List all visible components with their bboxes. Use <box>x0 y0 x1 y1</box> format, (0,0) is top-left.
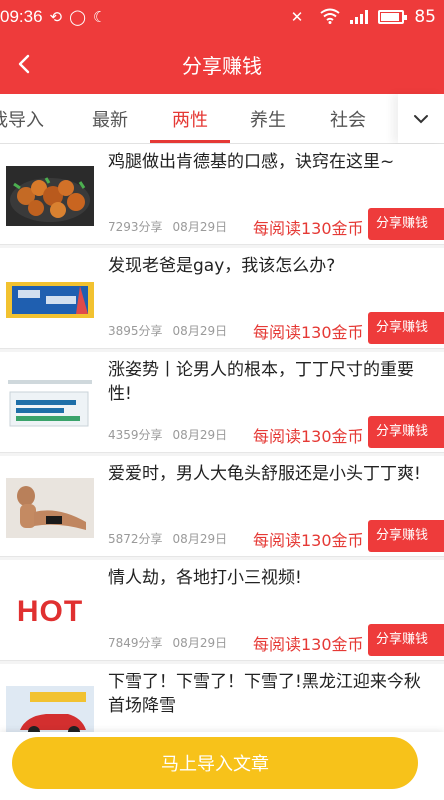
article-title[interactable]: 鸡腿做出肯德基的口感，诀窍在这里~ <box>108 150 434 174</box>
article-thumbnail <box>6 478 94 538</box>
article-meta: 7293分享 08月29日 <box>108 218 227 235</box>
article-thumbnail: HOT <box>6 582 94 642</box>
wifi-icon <box>320 8 340 27</box>
article-meta: 5872分享 08月29日 <box>108 530 227 547</box>
article-title[interactable]: 情人劫，各地打小三视频! <box>108 566 434 590</box>
circle-icon: ◯ <box>69 7 86 26</box>
article-meta: 7849分享 08月29日 <box>108 634 227 651</box>
import-article-button[interactable]: 马上导入文章 <box>12 737 418 789</box>
battery-level: 85 <box>414 7 436 27</box>
mute-icon: ✕ <box>290 7 304 26</box>
share-count: 4359分享 <box>108 428 163 442</box>
sync-icon: ⟲ <box>49 7 63 26</box>
share-count: 7293分享 <box>108 220 163 234</box>
tab-health[interactable]: 养生 <box>250 106 286 132</box>
moon-icon: ☾ <box>92 7 107 26</box>
reward-text: 每阅读130金币 <box>253 635 364 654</box>
article-title[interactable]: 涨姿势丨论男人的根本，丁丁尺寸的重要性! <box>108 358 434 406</box>
article-thumbnail <box>6 374 94 434</box>
active-tab-indicator <box>150 140 230 143</box>
reward-text: 每阅读130金币 <box>253 323 364 342</box>
signal-icon <box>350 10 369 24</box>
article-date: 08月29日 <box>172 220 228 234</box>
article-title[interactable]: 发现老爸是gay，我该怎么办? <box>108 254 434 278</box>
hot-label: HOT <box>16 595 84 628</box>
reward-text: 每阅读130金币 <box>253 427 364 446</box>
article-title[interactable]: 爱爱时，男人大龟头舒服还是小头丁丁爽! <box>108 462 434 486</box>
phone-screen: 09:36 ⟲ ◯ ☾ ✕ 85 分享赚钱 我导入 最新 两性 养生 社 <box>0 0 444 800</box>
reward-text: 每阅读130金币 <box>253 219 364 238</box>
article-item[interactable]: 涨姿势丨论男人的根本，丁丁尺寸的重要性! 4359分享 08月29日 每阅读130… <box>0 352 444 453</box>
article-date: 08月29日 <box>172 324 228 338</box>
share-earn-button[interactable]: 分享赚钱 <box>368 312 444 344</box>
article-meta: 3895分享 08月29日 <box>108 322 227 339</box>
status-time: 09:36 <box>0 7 43 26</box>
share-count: 3895分享 <box>108 324 163 338</box>
battery-icon <box>378 10 408 24</box>
article-item[interactable]: 鸡腿做出肯德基的口感，诀窍在这里~ 7293分享 08月29日 每阅读130金币 … <box>0 144 444 245</box>
tab-imported[interactable]: 我导入 <box>0 106 44 132</box>
article-thumbnail <box>6 166 94 226</box>
article-date: 08月29日 <box>172 532 228 546</box>
article-thumbnail <box>6 270 94 330</box>
more-tabs-button[interactable] <box>398 94 444 143</box>
tab-sex[interactable]: 两性 <box>172 106 208 132</box>
share-count: 7849分享 <box>108 636 163 650</box>
article-item[interactable]: 爱爱时，男人大龟头舒服还是小头丁丁爽! 5872分享 08月29日 每阅读130金… <box>0 456 444 557</box>
article-title[interactable]: 下雪了！下雪了！下雪了!黑龙江迎来今秋首场降雪 <box>108 670 434 718</box>
category-tabs: 我导入 最新 两性 养生 社会 <box>0 94 444 144</box>
app-header: 分享赚钱 <box>0 34 444 94</box>
share-count: 5872分享 <box>108 532 163 546</box>
reward-text: 每阅读130金币 <box>253 531 364 550</box>
page-title: 分享赚钱 <box>182 54 262 78</box>
article-item[interactable]: 发现老爸是gay，我该怎么办? 3895分享 08月29日 每阅读130金币 分享… <box>0 248 444 349</box>
share-earn-button[interactable]: 分享赚钱 <box>368 520 444 552</box>
share-earn-button[interactable]: 分享赚钱 <box>368 624 444 656</box>
article-meta: 4359分享 08月29日 <box>108 426 227 443</box>
tab-latest[interactable]: 最新 <box>92 106 128 132</box>
article-item[interactable]: HOT 情人劫，各地打小三视频! 7849分享 08月29日 每阅读130金币 分… <box>0 560 444 661</box>
article-date: 08月29日 <box>172 636 228 650</box>
share-earn-button[interactable]: 分享赚钱 <box>368 416 444 448</box>
article-date: 08月29日 <box>172 428 228 442</box>
chevron-down-icon <box>414 114 428 123</box>
status-bar: 09:36 ⟲ ◯ ☾ ✕ 85 <box>0 0 444 34</box>
share-earn-button[interactable]: 分享赚钱 <box>368 208 444 240</box>
tab-society[interactable]: 社会 <box>330 106 366 132</box>
bottom-action-bar: 马上导入文章 <box>0 732 444 800</box>
